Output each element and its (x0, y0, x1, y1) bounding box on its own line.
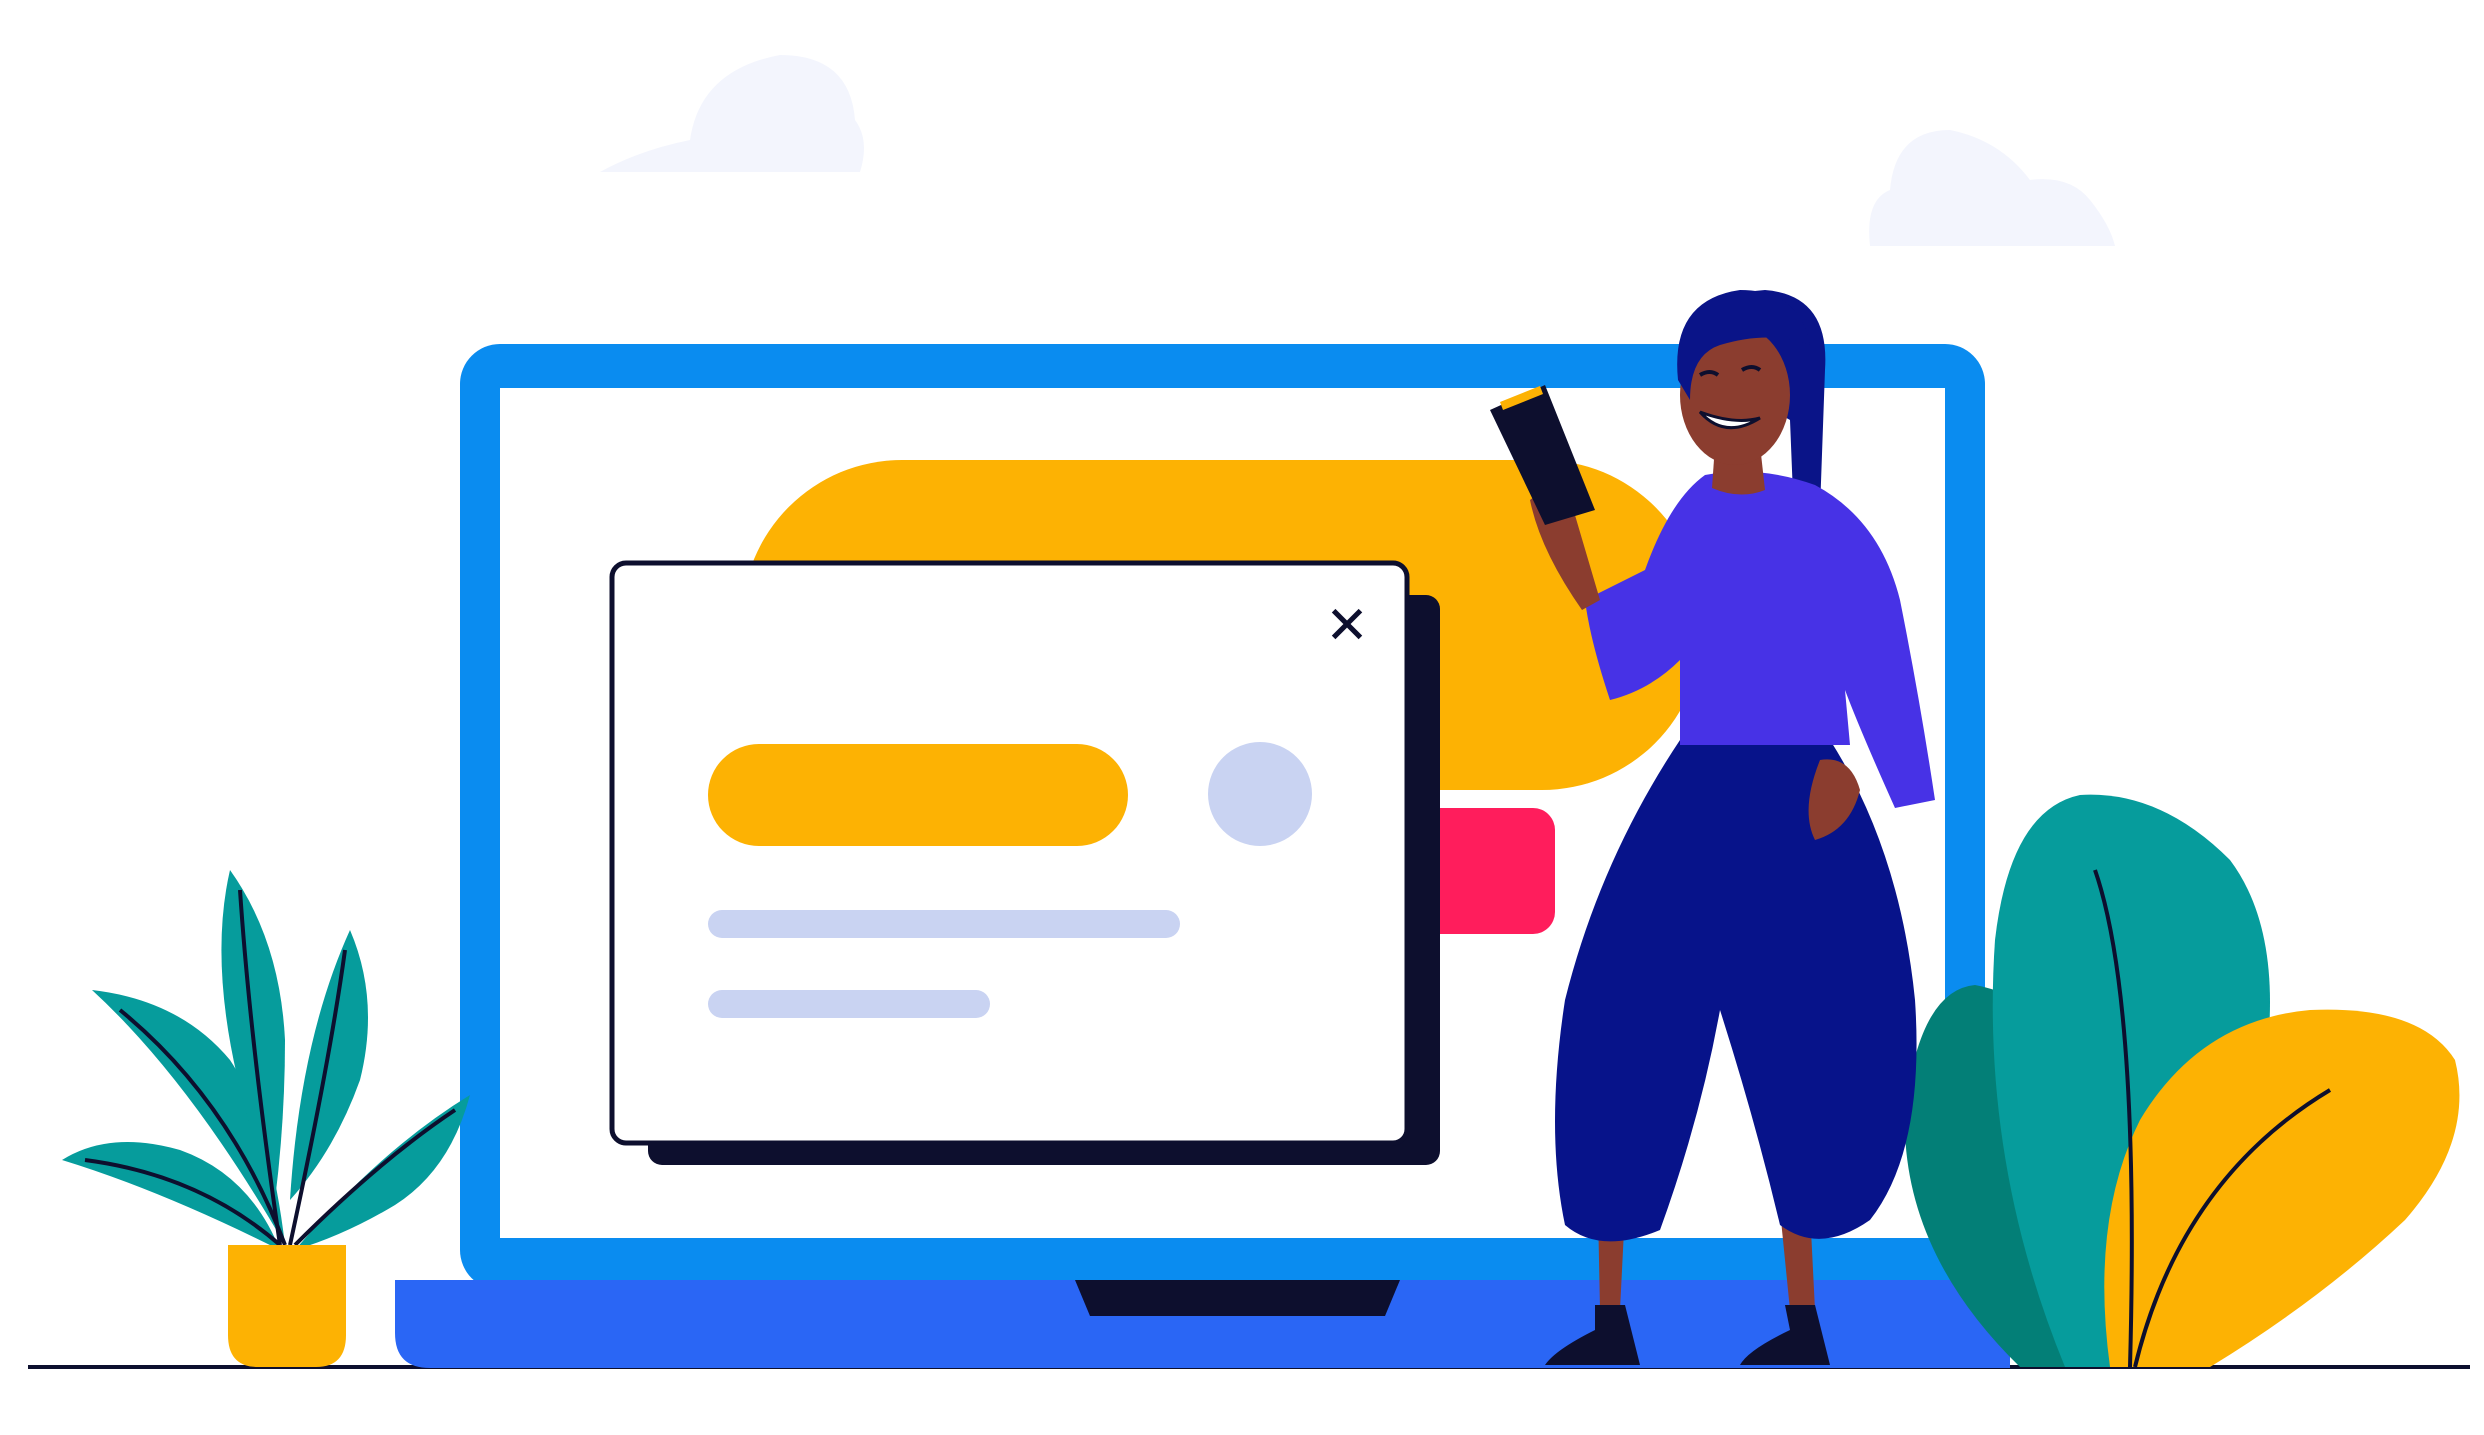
close-icon[interactable]: ✕ (1325, 596, 1369, 656)
illustration-stage: ✕ (0, 0, 2484, 1435)
illustration-canvas: ✕ (28, 55, 2470, 1369)
cloud-right-shape (1869, 130, 2115, 246)
cloud-left-shape (600, 55, 864, 172)
dialog-window: ✕ (609, 560, 1440, 1165)
plant-pot (228, 1245, 346, 1367)
bush (1904, 794, 2460, 1368)
cloud-left (600, 55, 864, 172)
close-icon-glyph: ✕ (1325, 596, 1369, 656)
avatar-placeholder-icon (1208, 742, 1312, 846)
plant-leaves (62, 870, 470, 1250)
dialog-text-line-1 (708, 910, 1180, 938)
laptop-notch (1075, 1280, 1400, 1316)
cloud-right (1869, 130, 2115, 246)
plant-leaf (290, 930, 368, 1200)
dialog-title-placeholder (708, 744, 1128, 846)
dialog-panel (609, 560, 1410, 1146)
dialog-text-line-2 (708, 990, 990, 1018)
